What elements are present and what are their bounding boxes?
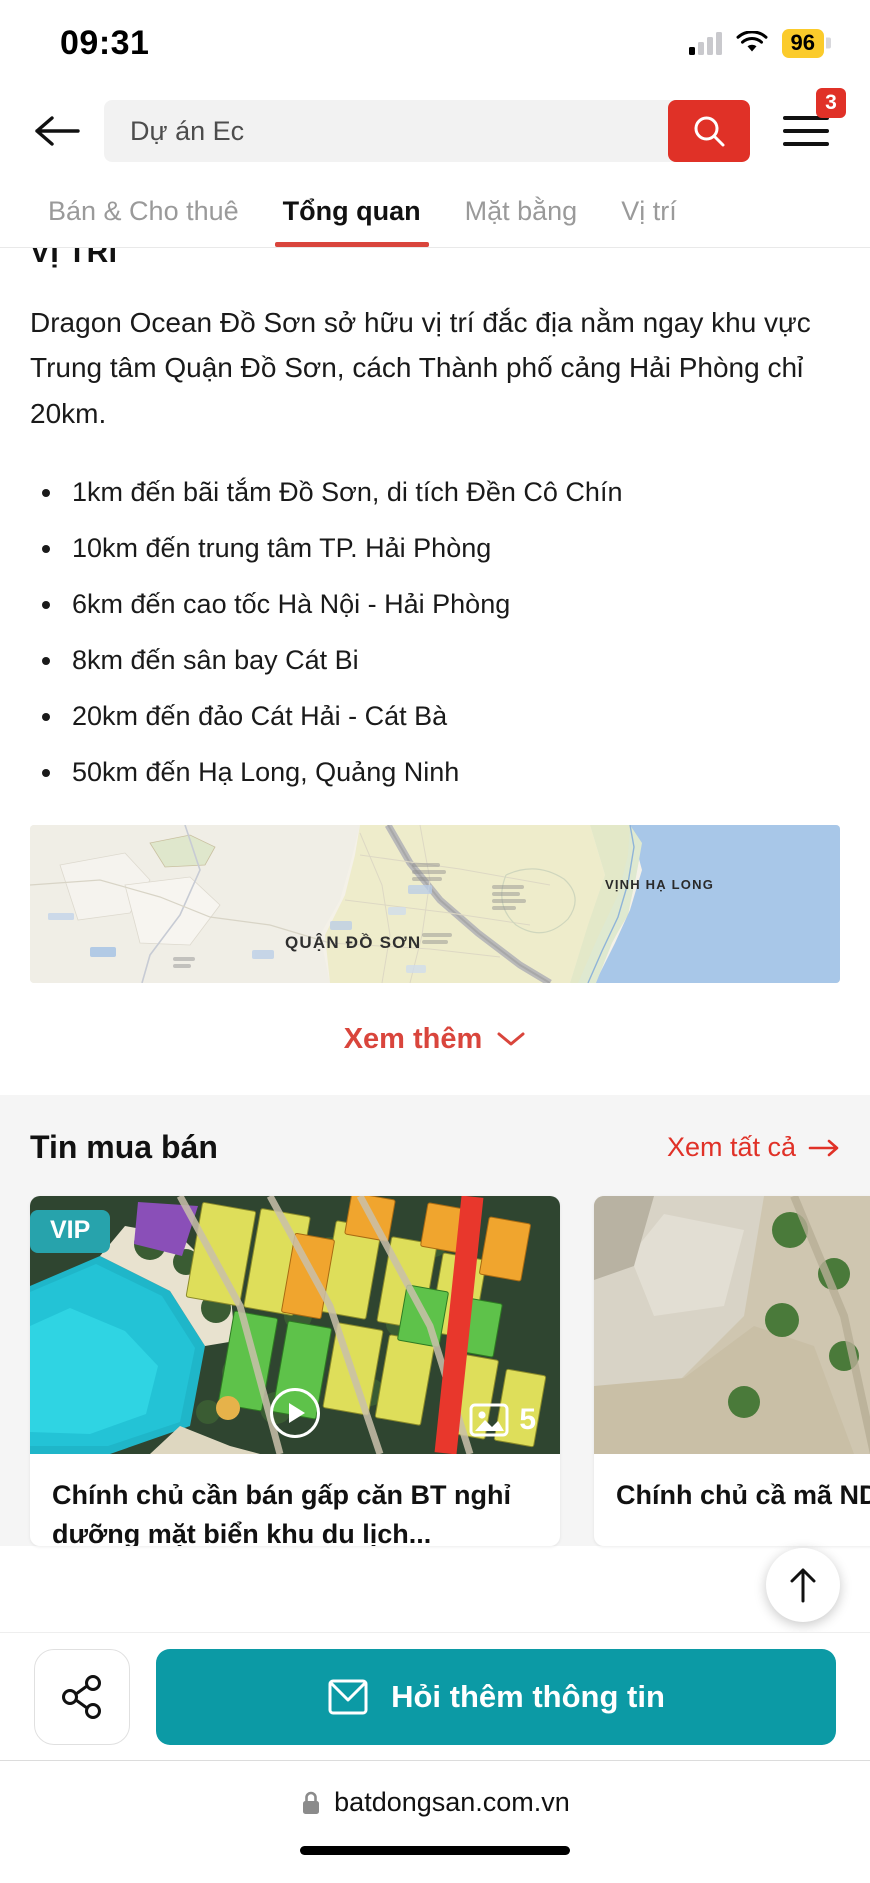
listing-thumbnail[interactable] (594, 1196, 870, 1455)
listing-card[interactable]: Chính chủ cầ mã ND-LK69 (594, 1196, 870, 1547)
listing-title[interactable]: Chính chủ cầ mã ND-LK69 (594, 1454, 870, 1546)
lock-icon (303, 1791, 320, 1814)
overview-content[interactable]: VỊ TRÍ Dragon Ocean Đồ Sơn sở hữu vị trí… (0, 248, 870, 1632)
menu-badge: 3 (816, 88, 846, 118)
list-item: 10km đến trung tâm TP. Hải Phòng (30, 528, 840, 569)
expand-button[interactable]: Xem thêm (0, 1017, 870, 1061)
see-all-button[interactable]: Xem tất cả (667, 1132, 840, 1163)
map-label-bay: VỊNH HẠ LONG (605, 877, 715, 893)
chevron-down-icon (497, 1032, 525, 1046)
list-item: 8km đến sân bay Cát Bi (30, 640, 840, 681)
home-indicator (300, 1846, 570, 1855)
photo-count-value: 5 (519, 1403, 536, 1437)
listing-image (594, 1196, 870, 1455)
wifi-icon (736, 31, 768, 52)
url-display[interactable]: batdongsan.com.vn (300, 1787, 570, 1818)
vip-badge: VIP (30, 1210, 111, 1254)
status-indicators: 96 (688, 28, 824, 58)
location-map[interactable]: QUẬN ĐỒ SƠN VỊNH HẠ LONG (30, 825, 840, 984)
listing-title[interactable]: Chính chủ cần bán gấp căn BT nghỉ dưỡng … (30, 1454, 560, 1546)
search-button[interactable] (668, 100, 750, 162)
tab-bar: Bán & Cho thuê Tổng quan Mặt bằng Vị trí (0, 176, 870, 248)
listings-title: Tin mua bán (30, 1129, 218, 1166)
search-icon (694, 116, 725, 147)
status-bar: 09:31 96 (0, 0, 870, 86)
search-input[interactable]: Dự án Ec (104, 100, 676, 162)
tab-mat-bang[interactable]: Mặt bằng (443, 176, 600, 247)
listings-section: Tin mua bán Xem tất cả VIP 5 Chính chủ c… (0, 1095, 870, 1547)
listings-header: Tin mua bán Xem tất cả (0, 1129, 870, 1166)
scroll-to-top-button[interactable] (766, 1548, 840, 1622)
browser-url-bar: batdongsan.com.vn (0, 1760, 870, 1883)
back-button[interactable] (26, 100, 88, 162)
expand-label: Xem thêm (343, 1022, 483, 1055)
contact-button[interactable]: Hỏi thêm thông tin (156, 1648, 836, 1745)
cellular-signal-icon (688, 31, 722, 55)
list-item: 6km đến cao tốc Hà Nội - Hải Phòng (30, 584, 840, 625)
see-all-label: Xem tất cả (666, 1132, 796, 1163)
status-time: 09:31 (60, 23, 150, 62)
listing-card[interactable]: VIP 5 Chính chủ cần bán gấp căn BT nghỉ … (30, 1196, 560, 1547)
envelope-icon (328, 1679, 368, 1714)
arrow-right-icon (808, 1139, 839, 1157)
location-bullet-list: 1km đến bãi tắm Đồ Sơn, di tích Đền Cô C… (0, 472, 870, 793)
location-paragraph: Dragon Ocean Đồ Sơn sở hữu vị trí đắc đị… (30, 307, 811, 429)
listing-thumbnail[interactable]: VIP 5 (30, 1196, 560, 1455)
photo-gallery-icon (469, 1403, 509, 1437)
battery-indicator: 96 (781, 28, 824, 58)
contact-button-label: Hỏi thêm thông tin (391, 1678, 665, 1714)
back-arrow-icon (35, 116, 80, 146)
search-input-value: Dự án Ec (130, 115, 245, 146)
listing-cards[interactable]: VIP 5 Chính chủ cần bán gấp căn BT nghỉ … (0, 1196, 870, 1547)
tab-ban-cho-thue[interactable]: Bán & Cho thuê (26, 176, 261, 247)
search-bar[interactable]: Dự án Ec (104, 100, 750, 162)
scroll-to-top-icon (790, 1568, 816, 1603)
map-label-district: QUẬN ĐỒ SƠN (285, 933, 422, 953)
list-item: 20km đến đảo Cát Hải - Cát Bà (30, 696, 840, 737)
bottom-action-bar: Hỏi thêm thông tin (0, 1632, 870, 1760)
app-header: Dự án Ec 3 (0, 86, 870, 176)
share-icon (62, 1674, 101, 1719)
list-item: 50km đến Hạ Long, Quảng Ninh (30, 752, 840, 793)
section-heading-vi-tri: VỊ TRÍ (30, 248, 118, 269)
tab-tong-quan[interactable]: Tổng quan (261, 176, 443, 247)
share-button[interactable] (34, 1648, 130, 1745)
list-item: 1km đến bãi tắm Đồ Sơn, di tích Đền Cô C… (30, 472, 840, 513)
play-circle-icon[interactable] (270, 1388, 320, 1439)
url-text: batdongsan.com.vn (334, 1787, 570, 1817)
hamburger-menu-button[interactable]: 3 (768, 88, 846, 162)
tab-vi-tri[interactable]: Vị trí (599, 176, 699, 247)
map-image (30, 825, 840, 984)
photo-count-badge: 5 (469, 1402, 536, 1438)
phone-screen: 09:31 96 Dự án Ec 3 Bán & Cho thuê Tổng … (0, 0, 870, 1883)
